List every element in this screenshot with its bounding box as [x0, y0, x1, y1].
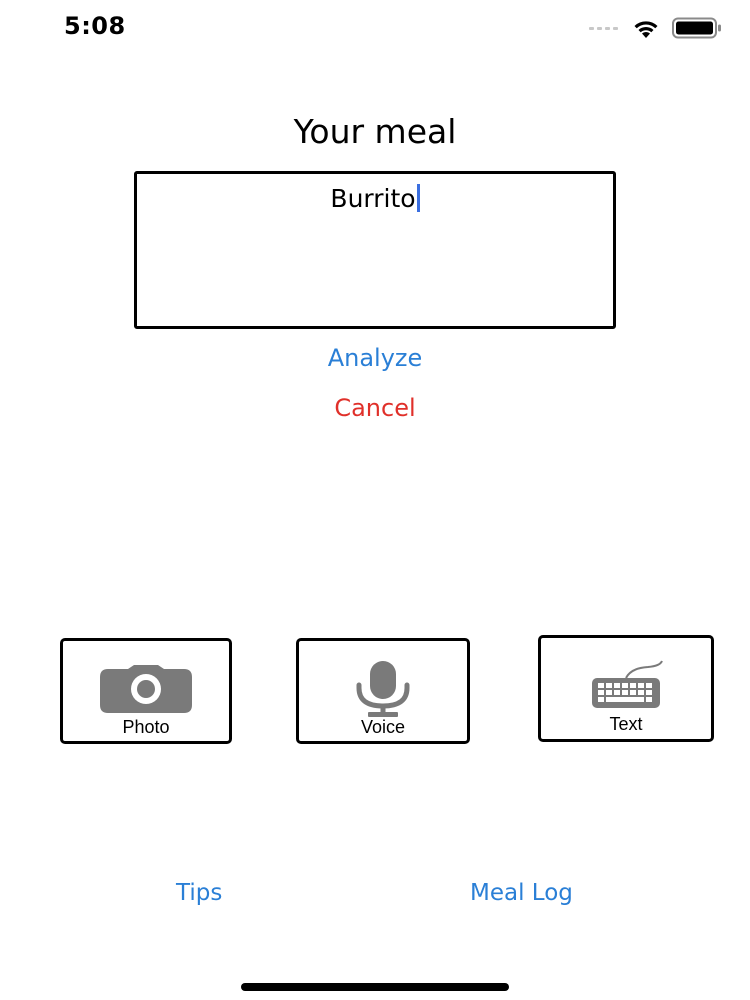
voice-button[interactable]: Voice — [296, 638, 470, 744]
page-title: Your meal — [293, 112, 457, 151]
text-label: Text — [609, 714, 643, 734]
voice-label: Voice — [360, 717, 406, 737]
meal-text-content[interactable]: Burrito — [137, 184, 613, 213]
meal-text-value: Burrito — [330, 184, 416, 213]
text-button[interactable]: Text — [538, 635, 714, 742]
battery-icon — [672, 17, 721, 39]
photo-label: Photo — [122, 717, 170, 737]
keyboard-icon — [541, 660, 711, 715]
microphone-icon — [299, 661, 467, 724]
status-icons — [589, 16, 722, 40]
analyze-button[interactable]: Analyze — [0, 344, 750, 372]
tips-link[interactable]: Tips — [176, 880, 222, 906]
photo-button[interactable]: Photo — [60, 638, 232, 744]
camera-icon — [63, 665, 229, 718]
text-cursor — [416, 184, 420, 212]
cellular-signal-icon — [589, 26, 618, 30]
meal-text-input[interactable]: Burrito — [134, 171, 616, 329]
wifi-icon — [634, 20, 658, 38]
status-time: 5:08 — [64, 12, 126, 40]
cancel-button[interactable]: Cancel — [0, 394, 750, 422]
meal-log-link[interactable]: Meal Log — [470, 880, 573, 906]
home-indicator[interactable] — [241, 983, 509, 991]
